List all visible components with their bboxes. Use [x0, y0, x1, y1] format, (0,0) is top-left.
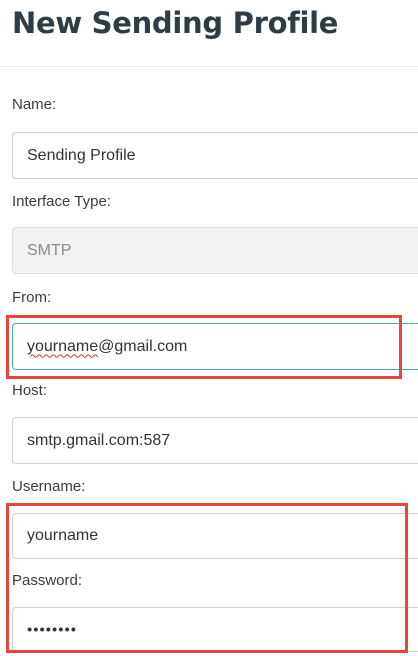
password-label: Password: [12, 572, 83, 589]
host-label: Host: [12, 382, 48, 399]
interface-type-select[interactable]: SMTP [12, 227, 418, 274]
password-input[interactable]: •••••••• [12, 607, 418, 652]
interface-type-label: Interface Type: [12, 193, 111, 210]
from-input-value: yourname@gmail.com [27, 338, 187, 356]
password-input-value: •••••••• [27, 621, 78, 638]
interface-type-value: SMTP [27, 241, 72, 259]
modal-title: New Sending Profile [12, 6, 339, 40]
name-input[interactable]: Sending Profile [12, 132, 418, 179]
username-input-value: yourname [27, 527, 99, 544]
username-input[interactable]: yourname [12, 513, 418, 559]
from-label: From: [12, 289, 52, 306]
username-label: Username: [12, 478, 86, 495]
host-input[interactable]: smtp.gmail.com:587 [12, 417, 418, 464]
name-label: Name: [12, 96, 57, 113]
name-input-value: Sending Profile [27, 146, 136, 164]
from-input[interactable]: yourname@gmail.com [12, 323, 418, 370]
from-input-local-part: yourname [27, 337, 99, 355]
from-input-domain-part: @gmail.com [98, 337, 188, 355]
host-input-value: smtp.gmail.com:587 [27, 431, 171, 449]
header-divider [0, 66, 418, 67]
